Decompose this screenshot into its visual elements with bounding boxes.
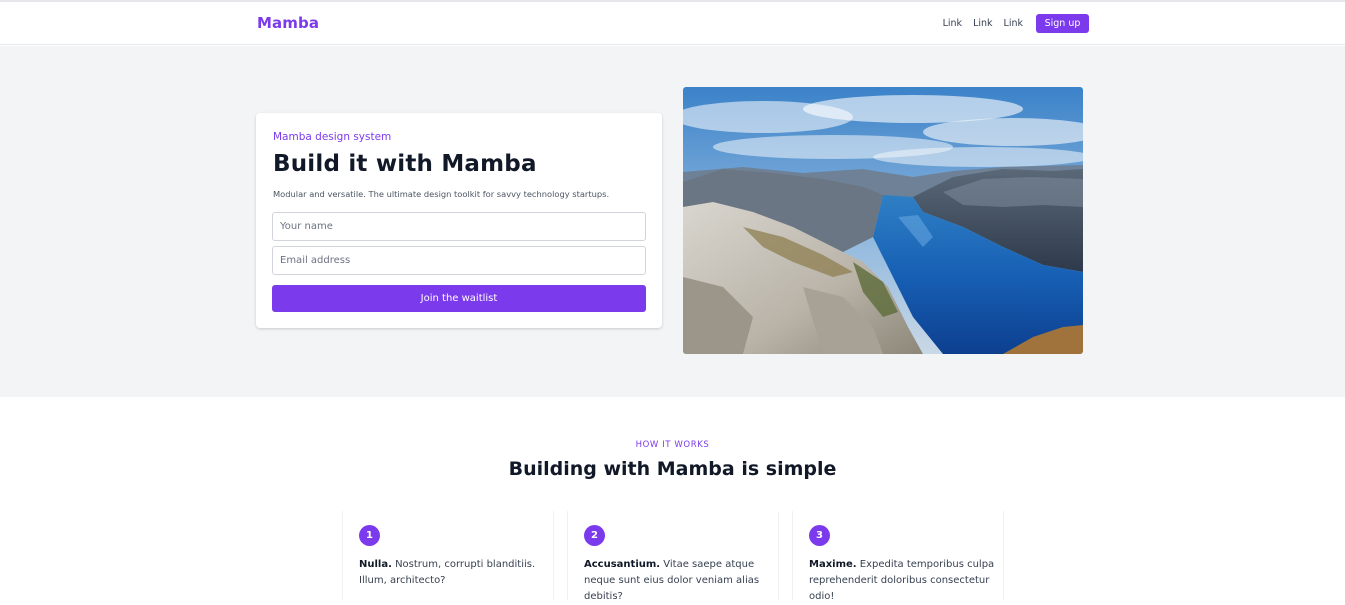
waitlist-card: Mamba design system Build it with Mamba … (256, 113, 662, 328)
join-waitlist-button[interactable]: Join the waitlist (272, 285, 646, 312)
nav-link-1[interactable]: Link (943, 18, 962, 29)
steps-list: 1 Nulla. Nostrum, corrupti blanditiis. I… (342, 511, 1004, 602)
nav-links: Link Link Link Sign up (943, 14, 1089, 33)
email-input[interactable] (272, 246, 646, 275)
step-text: Nulla. Nostrum, corrupti blanditiis. Ill… (359, 557, 549, 589)
how-it-works-section: HOW IT WORKS Building with Mamba is simp… (0, 397, 1345, 602)
hero-description: Modular and versatile. The ultimate desi… (273, 189, 610, 199)
step-title: Maxime. (809, 559, 857, 570)
nav-link-2[interactable]: Link (973, 18, 992, 29)
step-text: Accusantium. Vitae saepe atque neque sun… (584, 557, 774, 605)
signup-button[interactable]: Sign up (1036, 14, 1089, 33)
step-number-badge: 2 (584, 525, 605, 546)
step-number-badge: 1 (359, 525, 380, 546)
hero-eyebrow: Mamba design system (273, 131, 392, 143)
navbar: Mamba Link Link Link Sign up (0, 2, 1345, 45)
step-title: Accusantium. (584, 559, 661, 570)
hero-image (683, 87, 1083, 354)
step-card-2: 2 Accusantium. Vitae saepe atque neque s… (567, 511, 779, 602)
step-card-1: 1 Nulla. Nostrum, corrupti blanditiis. I… (342, 511, 554, 600)
step-number-badge: 3 (809, 525, 830, 546)
step-text: Maxime. Expedita temporibus culpa repreh… (809, 557, 999, 605)
fjord-landscape-photo (683, 87, 1083, 354)
how-title: Building with Mamba is simple (508, 458, 837, 480)
hero-section: Mamba design system Build it with Mamba … (0, 46, 1345, 397)
nav-link-3[interactable]: Link (1004, 18, 1023, 29)
brand-logo[interactable]: Mamba (257, 14, 319, 32)
name-input[interactable] (272, 212, 646, 241)
hero-title: Build it with Mamba (273, 151, 537, 177)
how-eyebrow: HOW IT WORKS (635, 440, 710, 450)
step-card-3: 3 Maxime. Expedita temporibus culpa repr… (792, 511, 1004, 602)
step-title: Nulla. (359, 559, 392, 570)
